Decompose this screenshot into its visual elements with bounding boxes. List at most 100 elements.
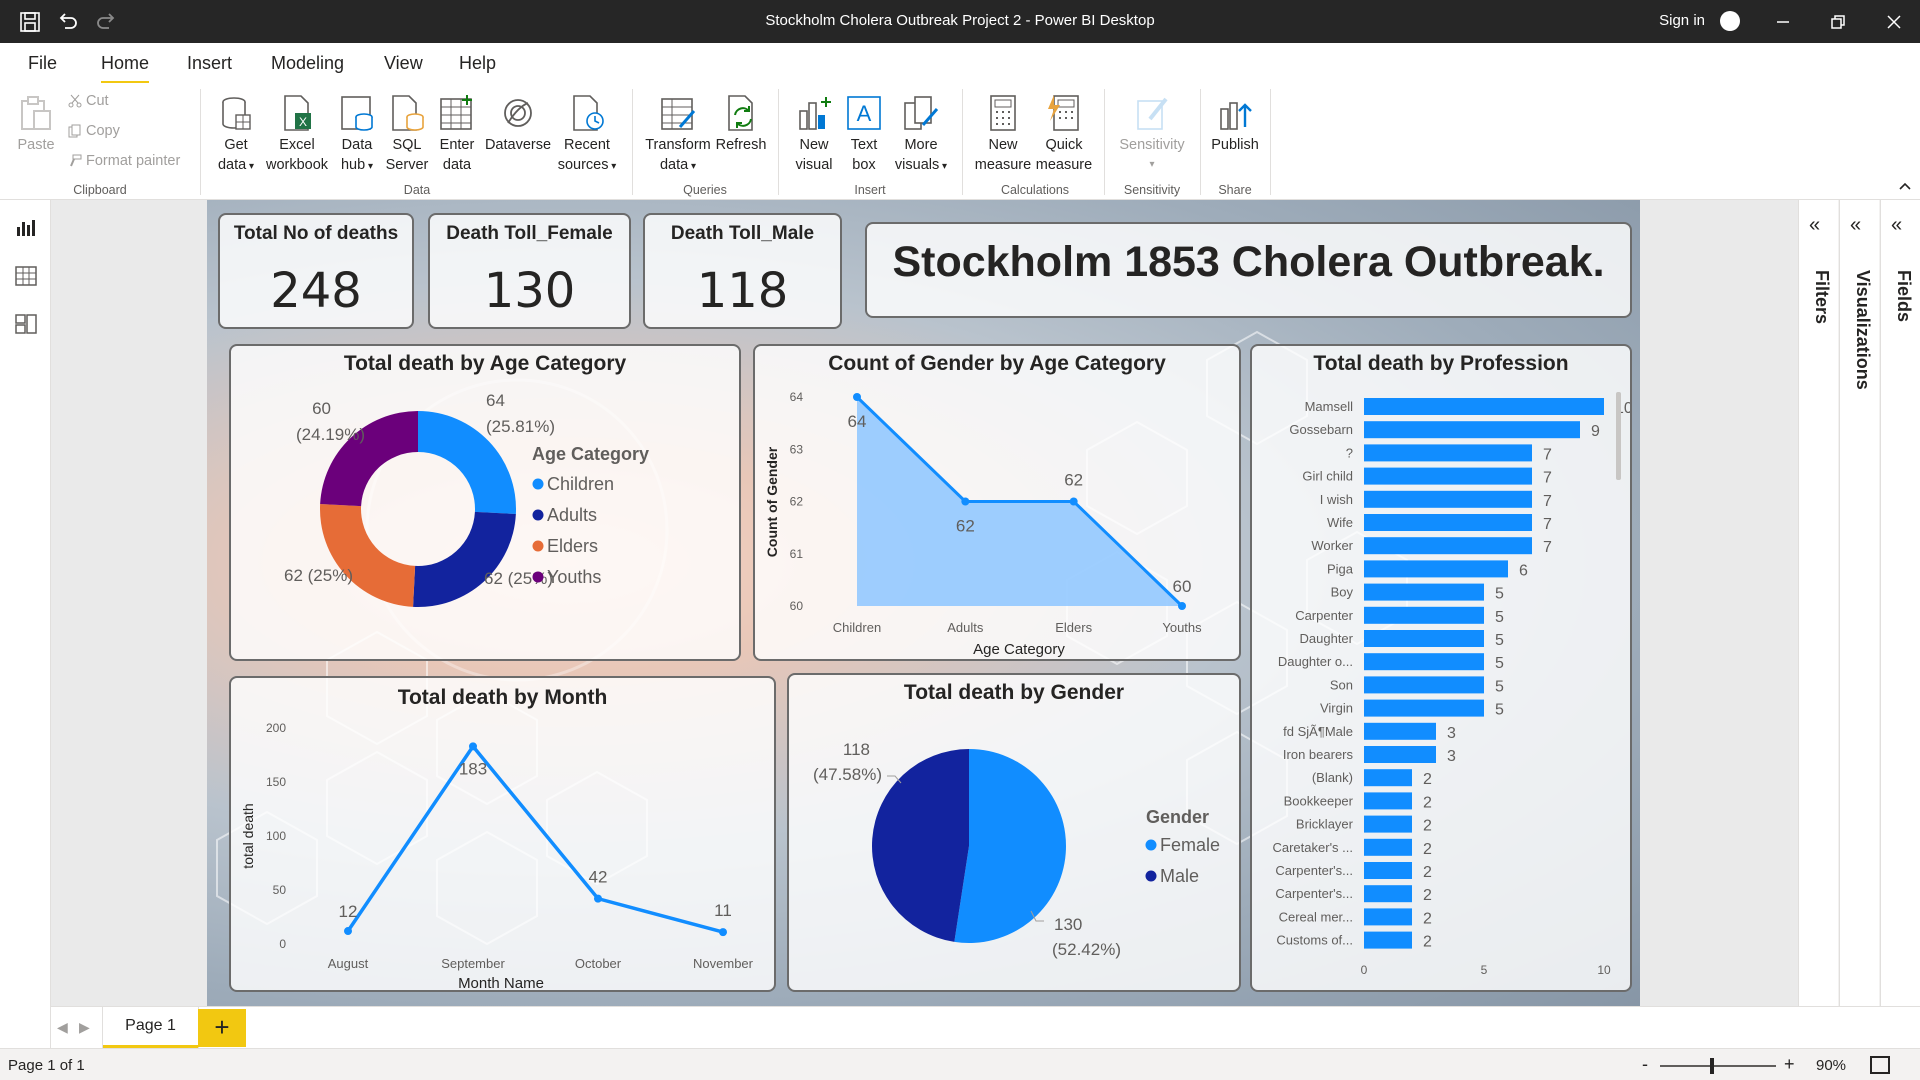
- report-title: Stockholm 1853 Cholera Outbreak.: [892, 238, 1605, 286]
- collapse-pane-icon[interactable]: «: [1891, 214, 1902, 237]
- collapse-pane-icon[interactable]: «: [1850, 214, 1861, 237]
- chevron-down-icon: ▾: [246, 161, 255, 172]
- visual-age-category-donut[interactable]: Total death by Age Category 64 (25.81%) 62…: [229, 344, 741, 661]
- enter-data-button[interactable]: Enter data: [434, 93, 480, 175]
- category-label: Carpenter: [1295, 608, 1353, 623]
- bar: [1364, 676, 1484, 694]
- data-label: (52.42%): [1052, 940, 1121, 959]
- bar: [1364, 467, 1532, 485]
- visual-month-line[interactable]: Total death by Month 0 50 100 150 200 12 Augus…: [229, 676, 776, 992]
- close-icon[interactable]: [1884, 12, 1904, 32]
- dataverse-button[interactable]: Dataverse: [484, 93, 552, 155]
- bar: [1364, 653, 1484, 671]
- more-visuals-label-2: visuals: [894, 157, 940, 173]
- data-label: 62: [1064, 471, 1083, 490]
- tab-home[interactable]: Home: [101, 53, 150, 84]
- refresh-button[interactable]: Refresh: [714, 93, 768, 155]
- data-point: [719, 928, 727, 937]
- visual-profession-bar[interactable]: Total death by Profession Mamsell10Gosse…: [1250, 344, 1632, 992]
- tab-file[interactable]: File: [28, 53, 57, 74]
- zoom-out-button[interactable]: -: [1642, 1054, 1648, 1075]
- more-visuals-button[interactable]: More visuals ▾: [890, 93, 952, 177]
- zoom-level[interactable]: 90%: [1816, 1057, 1846, 1074]
- data-label: 11: [714, 901, 732, 920]
- cut-label: Cut: [86, 93, 109, 109]
- dataverse-label: Dataverse: [484, 137, 552, 153]
- page-tab[interactable]: Page 1: [103, 1007, 198, 1049]
- fields-pane[interactable]: « Fields: [1880, 200, 1920, 1006]
- enter-data-label-2: data: [442, 157, 472, 173]
- avatar[interactable]: [1720, 11, 1740, 31]
- category-label: Son: [1330, 677, 1353, 692]
- y-tick-label: 200: [266, 721, 286, 735]
- category-label: Girl child: [1302, 469, 1353, 484]
- excel-label-1: Excel: [279, 137, 315, 153]
- next-page-icon[interactable]: ▶: [79, 1019, 90, 1036]
- transform-data-button[interactable]: Transform data ▾: [644, 93, 712, 177]
- recent-label-1: Recent: [564, 137, 610, 153]
- tab-view[interactable]: View: [384, 53, 423, 74]
- sql-server-button[interactable]: SQL Server: [384, 93, 430, 175]
- kpi-male-deaths[interactable]: Death Toll_Male 118: [643, 213, 842, 329]
- sensitivity-button[interactable]: Sensitivity ▾: [1114, 93, 1190, 175]
- transform-label-1: Transform: [645, 137, 711, 153]
- kpi-total-deaths[interactable]: Total No of deaths 248: [218, 213, 414, 329]
- copy-button[interactable]: Copy: [68, 123, 120, 139]
- filters-pane[interactable]: « Filters: [1798, 200, 1838, 1006]
- zoom-in-button[interactable]: +: [1784, 1054, 1795, 1075]
- data-label: 2: [1423, 771, 1432, 788]
- report-title-box[interactable]: Stockholm 1853 Cholera Outbreak.: [865, 222, 1632, 318]
- visual-gender-pie[interactable]: Total death by Gender 130 (52.42%) 118 (47.…: [787, 673, 1241, 992]
- tab-help[interactable]: Help: [459, 53, 496, 74]
- new-measure-button[interactable]: New measure: [974, 93, 1032, 175]
- format-painter-label: Format painter: [86, 153, 181, 169]
- cut-button[interactable]: Cut: [68, 93, 109, 109]
- get-data-button[interactable]: Get data ▾: [212, 93, 260, 177]
- add-page-button[interactable]: +: [198, 1009, 246, 1047]
- window-title: Stockholm Cholera Outbreak Project 2 - P…: [765, 12, 1155, 29]
- quick-measure-icon: [1048, 95, 1079, 131]
- visual-gender-area[interactable]: Count of Gender by Age Category 60 61 62 63…: [753, 344, 1241, 661]
- sign-in-link[interactable]: Sign in: [1659, 12, 1705, 29]
- text-box-button[interactable]: A Text box: [842, 93, 886, 175]
- x-tick-label: October: [575, 956, 622, 971]
- data-view-icon[interactable]: [14, 264, 38, 288]
- new-visual-button[interactable]: New visual: [790, 93, 838, 175]
- clipboard-group-label: Clipboard: [73, 183, 127, 197]
- prev-page-icon[interactable]: ◀: [57, 1019, 68, 1036]
- legend-item: Adults: [547, 505, 597, 525]
- publish-button[interactable]: Publish: [1208, 93, 1262, 155]
- more-visuals-label-1: More: [904, 137, 938, 153]
- collapse-pane-icon[interactable]: «: [1809, 214, 1820, 237]
- visualizations-pane[interactable]: « Visualizations: [1839, 200, 1879, 1006]
- data-point: [344, 927, 352, 936]
- model-view-icon[interactable]: [14, 312, 38, 336]
- fields-pane-label: Fields: [1894, 270, 1914, 323]
- tab-insert[interactable]: Insert: [187, 53, 232, 74]
- category-label: Iron bearers: [1283, 747, 1354, 762]
- data-label: 64: [486, 391, 505, 410]
- fit-to-page-icon[interactable]: [1870, 1056, 1890, 1074]
- dataverse-icon: [504, 99, 532, 127]
- minimize-icon[interactable]: [1773, 12, 1793, 32]
- calculations-group-label: Calculations: [1000, 183, 1070, 197]
- report-view-icon[interactable]: [14, 216, 38, 240]
- kpi-female-deaths[interactable]: Death Toll_Female 130: [428, 213, 631, 329]
- tab-modeling[interactable]: Modeling: [271, 53, 344, 74]
- zoom-slider[interactable]: [1660, 1065, 1776, 1067]
- format-painter-button[interactable]: Format painter: [68, 153, 180, 169]
- zoom-slider-handle[interactable]: [1710, 1058, 1714, 1074]
- excel-workbook-button[interactable]: X Excel workbook: [262, 93, 332, 175]
- quick-measure-button[interactable]: Quick measure: [1034, 93, 1094, 175]
- legend-item: Male: [1160, 866, 1199, 886]
- sql-label-1: SQL: [392, 137, 422, 153]
- paste-button[interactable]: Paste: [14, 93, 58, 155]
- collapse-ribbon-icon[interactable]: [1898, 181, 1912, 191]
- recent-sources-button[interactable]: Recent sources ▾: [556, 93, 618, 177]
- get-data-label-2: data: [217, 157, 247, 173]
- category-label: Carpenter's...: [1275, 886, 1353, 901]
- data-hub-button[interactable]: Data hub ▾: [334, 93, 380, 177]
- legend-title: Age Category: [532, 444, 649, 464]
- data-hub-label-1: Data: [341, 137, 373, 153]
- restore-icon[interactable]: [1828, 12, 1848, 32]
